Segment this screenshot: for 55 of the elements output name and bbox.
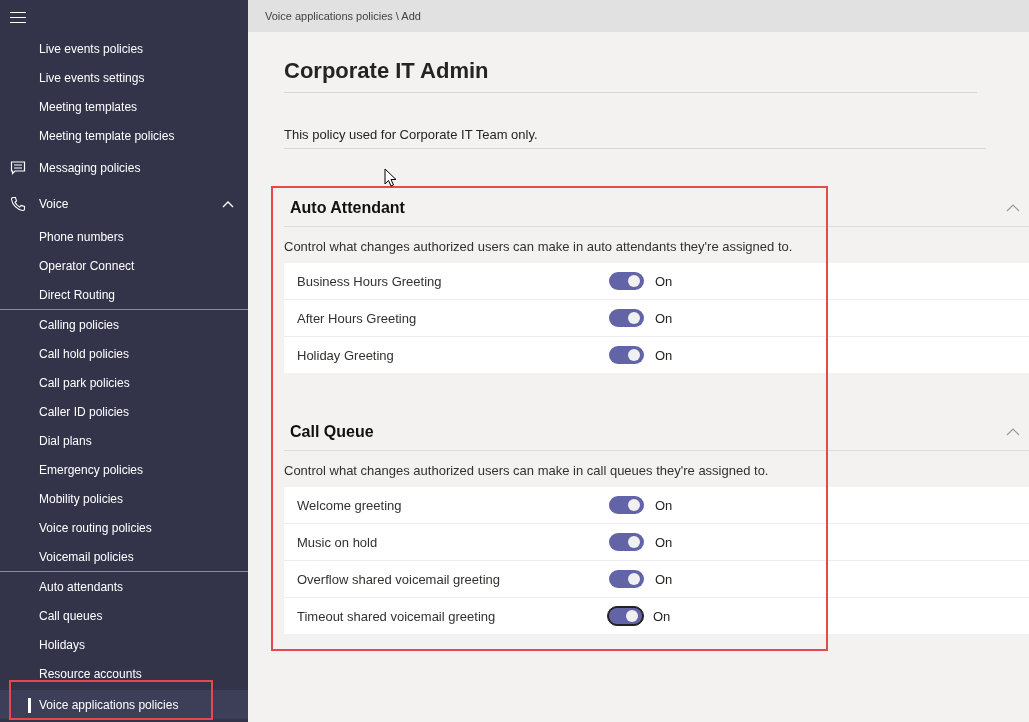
nav-item[interactable]: Resource accounts [0, 659, 248, 688]
setting-label: Music on hold [297, 534, 379, 550]
section-description: Control what changes authorized users can make in auto attendants they're assigned to. [284, 239, 794, 254]
toggle-switch[interactable] [609, 346, 644, 364]
toggle-switch[interactable] [609, 309, 644, 327]
nav-item[interactable]: Live events policies [0, 34, 248, 63]
breadcrumb[interactable]: Voice applications policies \ Add [265, 10, 421, 22]
toggle-state: On [655, 497, 673, 513]
toggle-switch[interactable] [609, 272, 644, 290]
toggle-switch[interactable] [609, 533, 644, 551]
page-title: Corporate IT Admin [284, 58, 977, 93]
nav-item[interactable]: Operator Connect [0, 251, 248, 280]
nav-item[interactable]: Mobility policies [0, 484, 248, 513]
setting-label: Welcome greeting [297, 497, 403, 513]
nav-item[interactable]: Calling policies [0, 310, 248, 339]
nav-section[interactable]: Voice [0, 186, 248, 222]
toggle-state: On [655, 273, 673, 289]
nav-item[interactable]: Voice routing policies [0, 513, 248, 542]
setting-label: Holiday Greeting [297, 347, 395, 363]
nav-item[interactable]: Voicemail policies [0, 542, 248, 571]
nav-item[interactable]: Auto attendants [0, 572, 248, 601]
setting-label: Overflow shared voicemail greeting [297, 571, 502, 587]
setting-label: After Hours Greeting [297, 310, 418, 326]
section-title: Call Queue [290, 422, 374, 441]
nav-item[interactable]: Phone numbers [0, 222, 248, 251]
nav-item[interactable]: Direct Routing [0, 280, 248, 309]
nav-item[interactable]: Holidays [0, 630, 248, 659]
phone-icon [10, 196, 26, 212]
nav-item[interactable]: Meeting templates [0, 92, 248, 121]
nav-item[interactable]: Call park policies [0, 368, 248, 397]
selection-bar [28, 698, 31, 713]
cursor-icon [384, 168, 397, 187]
toggle-state: On [655, 310, 673, 326]
nav-item[interactable]: Meeting template policies [0, 121, 248, 150]
section-title: Auto Attendant [290, 198, 405, 217]
toggle-switch[interactable] [609, 570, 644, 588]
nav-item[interactable]: Voice applications policies [0, 690, 248, 719]
policy-description: This policy used for Corporate IT Team only. [284, 127, 986, 149]
section-description: Control what changes authorized users can make in call queues they're assigned to. [284, 463, 770, 478]
nav-section[interactable]: Messaging policies [0, 150, 248, 186]
toggle-state: On [655, 571, 673, 587]
nav-item[interactable]: Dial plans [0, 426, 248, 455]
nav-item[interactable]: Caller ID policies [0, 397, 248, 426]
toggle-state: On [653, 608, 671, 624]
setting-label: Timeout shared voicemail greeting [297, 608, 497, 624]
setting-label: Business Hours Greeting [297, 273, 443, 289]
nav-item[interactable]: Live events settings [0, 63, 248, 92]
nav-item[interactable]: Call queues [0, 601, 248, 630]
nav-item[interactable]: Call hold policies [0, 339, 248, 368]
toggle-switch[interactable] [609, 496, 644, 514]
menu-icon[interactable] [10, 11, 26, 23]
toggle-state: On [655, 534, 673, 550]
chat-icon [10, 160, 26, 176]
nav-item[interactable]: Emergency policies [0, 455, 248, 484]
toggle-state: On [655, 347, 673, 363]
